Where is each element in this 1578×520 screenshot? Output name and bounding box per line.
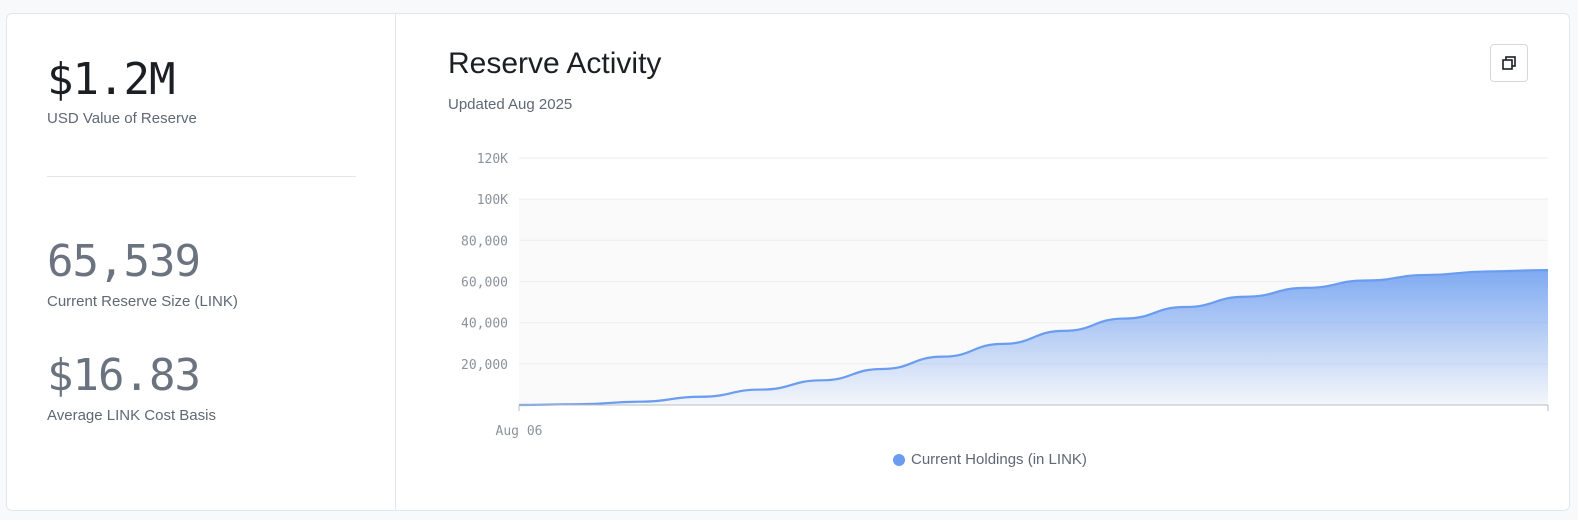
y-tick-label: 40,000	[461, 317, 508, 332]
legend-label: Current Holdings (in LINK)	[911, 451, 1087, 468]
chart-legend: Current Holdings (in LINK)	[893, 451, 1087, 468]
reserve-card: $1.2M USD Value of Reserve 65,539 Curren…	[6, 13, 1570, 511]
y-tick-label: 80,000	[461, 234, 508, 249]
chart-panel: Reserve Activity Updated Aug 2025 20,000…	[396, 14, 1569, 510]
cost-basis-label: Average LINK Cost Basis	[47, 407, 216, 424]
y-tick-label: 120K	[477, 152, 508, 167]
reserve-area-chart: 20,000 40,000 60,000 80,000 100K 120K Aug 06	[461, 152, 1549, 439]
x-tick-label: Aug 06	[496, 424, 543, 439]
usd-value: $1.2M	[47, 54, 175, 105]
y-tick-label: 100K	[477, 193, 508, 208]
reserve-size-value: 65,539	[47, 236, 201, 287]
reserve-size-label: Current Reserve Size (LINK)	[47, 293, 238, 310]
stats-divider	[47, 176, 356, 177]
y-tick-label: 60,000	[461, 276, 508, 291]
usd-value-label: USD Value of Reserve	[47, 110, 197, 127]
cost-basis-value: $16.83	[47, 350, 201, 401]
stats-panel: $1.2M USD Value of Reserve 65,539 Curren…	[7, 14, 396, 510]
legend-dot	[893, 453, 905, 466]
y-tick-label: 20,000	[461, 358, 508, 373]
